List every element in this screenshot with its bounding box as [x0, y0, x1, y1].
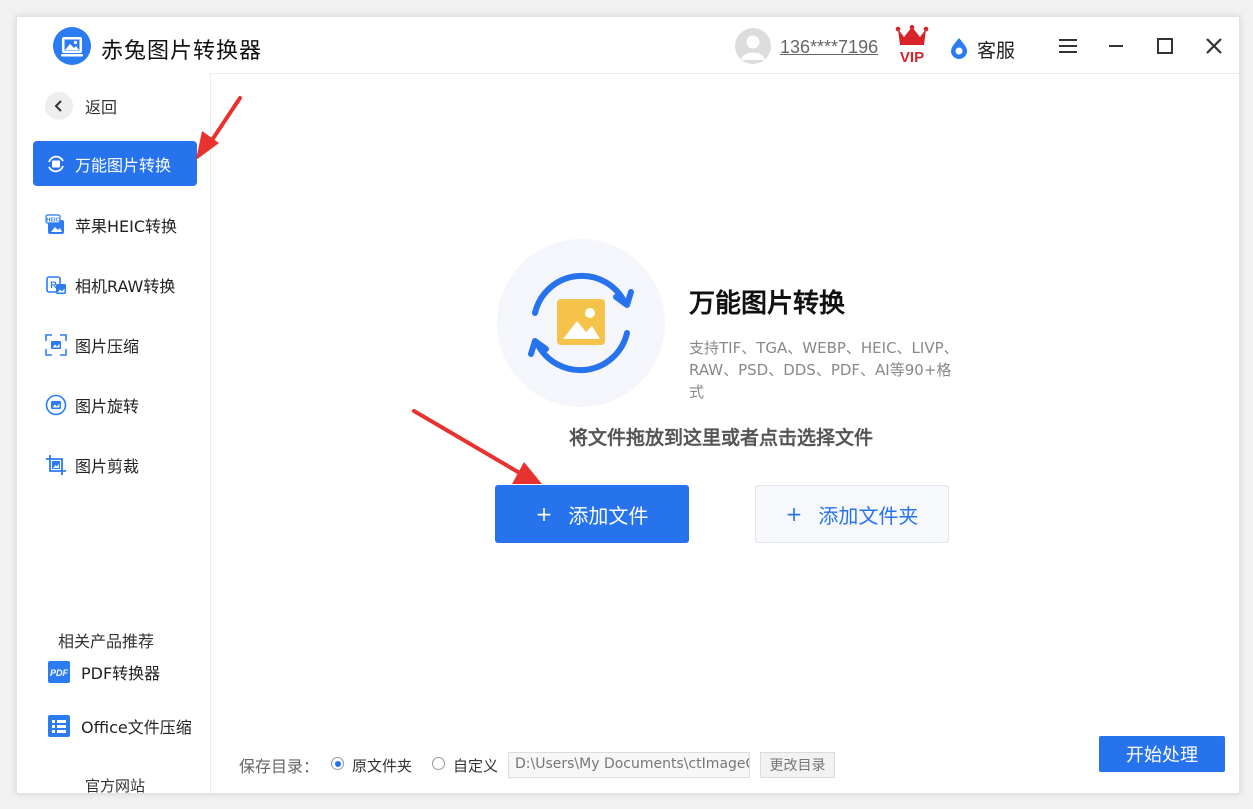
- svg-text:HEIC: HEIC: [46, 217, 59, 223]
- user-icon: [741, 35, 765, 60]
- start-processing-button[interactable]: 开始处理: [1099, 736, 1225, 772]
- account-phone[interactable]: 136****7196: [780, 37, 878, 58]
- radio-original-folder-label[interactable]: 原文件夹: [352, 755, 412, 776]
- title-bar: 赤兔图片转换器 136****7196 VIP 客服: [17, 17, 1239, 74]
- add-folder-button[interactable]: + 添加文件夹: [755, 485, 949, 543]
- change-directory-button[interactable]: 更改目录: [760, 752, 835, 778]
- related-item-label: Office文件压缩: [81, 718, 192, 737]
- office-icon: [48, 715, 70, 737]
- rotate-icon: [45, 394, 67, 415]
- add-folder-label: 添加文件夹: [818, 503, 919, 528]
- app-logo-icon: [53, 27, 91, 65]
- app-window: 赤兔图片转换器 136****7196 VIP 客服 返回 万能图片转换 HEI…: [16, 16, 1240, 796]
- customer-service-icon[interactable]: [949, 37, 969, 59]
- menu-icon[interactable]: [1057, 35, 1079, 57]
- crop-icon: [46, 454, 66, 475]
- drop-zone-hint[interactable]: 将文件拖放到这里或者点击选择文件: [397, 423, 1045, 450]
- customer-service-label[interactable]: 客服: [977, 36, 1015, 63]
- sidebar-item-heic[interactable]: HEIC 苹果HEIC转换: [33, 202, 197, 247]
- sidebar-item-universal-convert[interactable]: 万能图片转换: [33, 141, 197, 186]
- sidebar-item-crop[interactable]: 图片剪裁: [33, 442, 197, 487]
- feature-description: 支持TIF、TGA、WEBP、HEIC、LIVP、RAW、PSD、DDS、PDF…: [689, 339, 959, 401]
- maximize-icon[interactable]: [1154, 35, 1176, 57]
- compress-icon: [45, 333, 67, 356]
- heic-icon: HEIC: [45, 213, 64, 234]
- sidebar-item-label: 图片旋转: [75, 396, 140, 416]
- back-circle: [45, 92, 73, 120]
- add-file-button[interactable]: + 添加文件: [495, 485, 689, 543]
- svg-text:PDF: PDF: [50, 668, 69, 678]
- sidebar-item-label: 相机RAW转换: [75, 276, 176, 296]
- back-label: 返回: [85, 98, 118, 117]
- related-products-title: 相关产品推荐: [57, 632, 154, 651]
- sidebar: 返回 万能图片转换 HEIC 苹果HEIC转换 R 相机RAW转换 图片压缩 图…: [17, 73, 213, 796]
- sidebar-item-raw[interactable]: R 相机RAW转换: [33, 262, 197, 307]
- add-file-label: 添加文件: [568, 503, 649, 528]
- sidebar-item-label: 苹果HEIC转换: [75, 216, 178, 236]
- output-path-field[interactable]: D:\Users\My Documents\ctImageC: [508, 752, 750, 778]
- minimize-icon[interactable]: [1105, 35, 1127, 57]
- radio-custom[interactable]: [432, 757, 445, 770]
- back-button[interactable]: 返回: [45, 91, 117, 121]
- related-office-compress[interactable]: Office文件压缩: [47, 711, 192, 741]
- sidebar-item-label: 图片剪裁: [75, 456, 140, 476]
- plus-icon: +: [535, 502, 553, 526]
- vip-label: VIP: [900, 49, 924, 65]
- image-convert-large-icon: [528, 272, 634, 374]
- sidebar-item-rotate[interactable]: 图片旋转: [33, 382, 197, 427]
- radio-original-folder[interactable]: [331, 757, 344, 770]
- app-title: 赤兔图片转换器: [101, 39, 263, 64]
- save-directory-label: 保存目录：: [239, 757, 320, 776]
- official-website-link[interactable]: 官方网站: [17, 775, 213, 796]
- image-convert-icon: [48, 155, 64, 172]
- close-icon[interactable]: [1203, 35, 1225, 57]
- chevron-left-icon: [54, 100, 62, 112]
- pdf-icon: PDF: [48, 661, 70, 683]
- related-item-label: PDF转换器: [81, 664, 161, 683]
- radio-custom-label[interactable]: 自定义: [453, 755, 498, 776]
- plus-icon: +: [785, 502, 803, 526]
- raw-icon: R: [46, 275, 66, 294]
- sidebar-item-compress[interactable]: 图片压缩: [33, 322, 197, 367]
- vip-crown-icon[interactable]: VIP: [895, 25, 929, 65]
- feature-icon-circle: [497, 239, 665, 407]
- sidebar-item-label: 万能图片转换: [75, 155, 172, 175]
- sidebar-item-label: 图片压缩: [75, 336, 140, 356]
- avatar[interactable]: [735, 28, 771, 64]
- related-pdf-converter[interactable]: PDF PDF转换器: [47, 657, 160, 687]
- feature-title: 万能图片转换: [689, 289, 846, 319]
